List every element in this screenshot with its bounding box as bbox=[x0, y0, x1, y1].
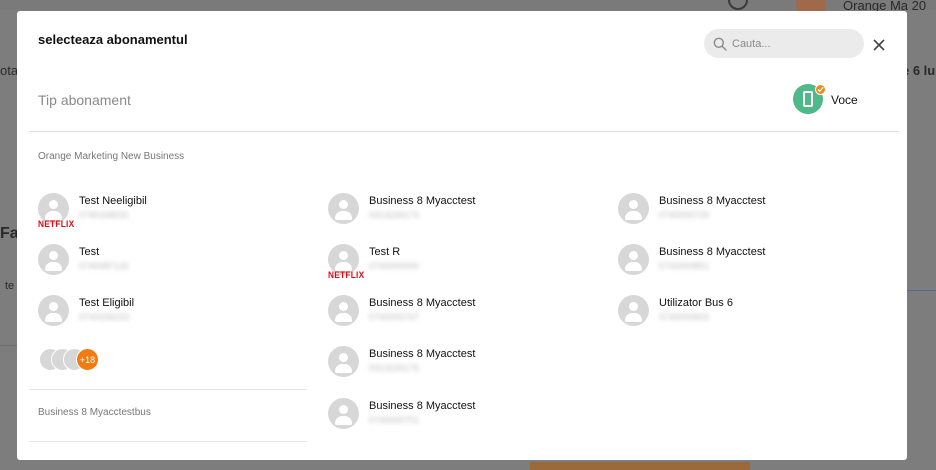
background-text: te bbox=[5, 280, 15, 292]
phone-number: 0740000727 bbox=[369, 312, 420, 322]
subscription-card[interactable]: Business 8 Myacctest 0313226174 bbox=[328, 193, 588, 233]
phone-number: 0313226175 bbox=[369, 363, 420, 373]
subscriber-name: Test R bbox=[369, 246, 401, 258]
close-button[interactable] bbox=[872, 38, 886, 52]
netflix-badge: NETFLIX bbox=[38, 219, 75, 229]
netflix-badge: NETFLIX bbox=[328, 270, 365, 280]
avatar bbox=[38, 244, 69, 275]
phone-number: 0740156233 bbox=[79, 312, 130, 322]
avatar bbox=[618, 244, 649, 275]
avatar bbox=[328, 193, 359, 224]
phone-number: 0313226174 bbox=[369, 210, 420, 220]
subscription-card[interactable]: Test Eligibil 0740156233 bbox=[38, 295, 298, 335]
subscription-type-label: Tip abonament bbox=[38, 92, 131, 108]
subscriber-name: Business 8 Myacctest bbox=[369, 297, 476, 309]
phone-number: 0740000729 bbox=[659, 210, 710, 220]
modal-title: selecteaza abonamentul bbox=[38, 32, 188, 47]
phone-number: 0740000000 bbox=[369, 261, 420, 271]
subscriber-name: Business 8 Myacctest bbox=[369, 400, 476, 412]
close-icon bbox=[873, 39, 885, 51]
search-input[interactable] bbox=[732, 37, 852, 50]
subscriber-name: Business 8 Myacctest bbox=[369, 348, 476, 360]
subscription-card[interactable]: Test 0740087132 bbox=[38, 244, 298, 284]
group-title: Orange Marketing New Business bbox=[38, 151, 185, 162]
subscriber-name: Business 8 Myacctest bbox=[369, 195, 476, 207]
avatar bbox=[328, 346, 359, 377]
background-text: ota bbox=[0, 63, 19, 78]
subscriber-name: Business 8 Myacctest bbox=[659, 195, 766, 207]
subscription-card[interactable]: Test Neeligibil 0740168231 NETFLIX bbox=[38, 193, 298, 233]
divider bbox=[29, 131, 899, 132]
avatar bbox=[618, 295, 649, 326]
subscriber-name: Test bbox=[79, 246, 100, 258]
background-button bbox=[530, 462, 750, 470]
group-divider bbox=[29, 389, 307, 390]
subscription-card[interactable]: Business 8 Myacctest 0740000727 bbox=[328, 295, 588, 335]
background-divider bbox=[0, 345, 17, 346]
subscription-card[interactable]: Business 8 Myacctest 0740000701 bbox=[328, 398, 588, 438]
subscriber-name: Test Eligibil bbox=[79, 297, 135, 309]
subscriber-name: Utilizator Bus 6 bbox=[659, 297, 733, 309]
phone-number: 0740087132 bbox=[79, 261, 130, 271]
subscription-card[interactable]: Business 8 Myacctest 0740000729 bbox=[618, 193, 878, 233]
phone-number: 0740168231 bbox=[79, 210, 130, 220]
phone-number: 0740000851 bbox=[659, 261, 710, 271]
subscriber-name: Test Neeligibil bbox=[79, 195, 147, 207]
search-icon bbox=[713, 37, 727, 51]
more-subscriptions-button[interactable]: +18 bbox=[39, 348, 109, 372]
group-title: Business 8 Myacctestbus bbox=[38, 407, 151, 418]
voce-label: Voce bbox=[831, 93, 858, 107]
phone-number: 0740000701 bbox=[369, 415, 420, 425]
subscription-modal: selecteaza abonamentul Tip abonament Voc… bbox=[17, 11, 907, 460]
subscription-card[interactable]: Business 8 Myacctest 0740000851 bbox=[618, 244, 878, 284]
more-count-badge: +18 bbox=[76, 348, 99, 371]
subscription-card[interactable]: Test R 0740000000 NETFLIX bbox=[328, 244, 588, 284]
subscriber-name: Business 8 Myacctest bbox=[659, 246, 766, 258]
background-text: Fa bbox=[0, 225, 19, 242]
subscription-card[interactable]: Utilizator Bus 6 0740000603 bbox=[618, 295, 878, 335]
group-divider bbox=[29, 441, 307, 442]
avatar bbox=[328, 398, 359, 429]
check-icon bbox=[815, 84, 826, 95]
phone-icon bbox=[803, 91, 813, 107]
phone-number: 0740000603 bbox=[659, 312, 710, 322]
background-divider bbox=[907, 290, 936, 291]
subscription-card[interactable]: Business 8 Myacctest 0313226175 bbox=[328, 346, 588, 386]
avatar bbox=[38, 295, 69, 326]
avatar bbox=[618, 193, 649, 224]
search-box[interactable] bbox=[704, 29, 864, 58]
avatar bbox=[328, 295, 359, 326]
